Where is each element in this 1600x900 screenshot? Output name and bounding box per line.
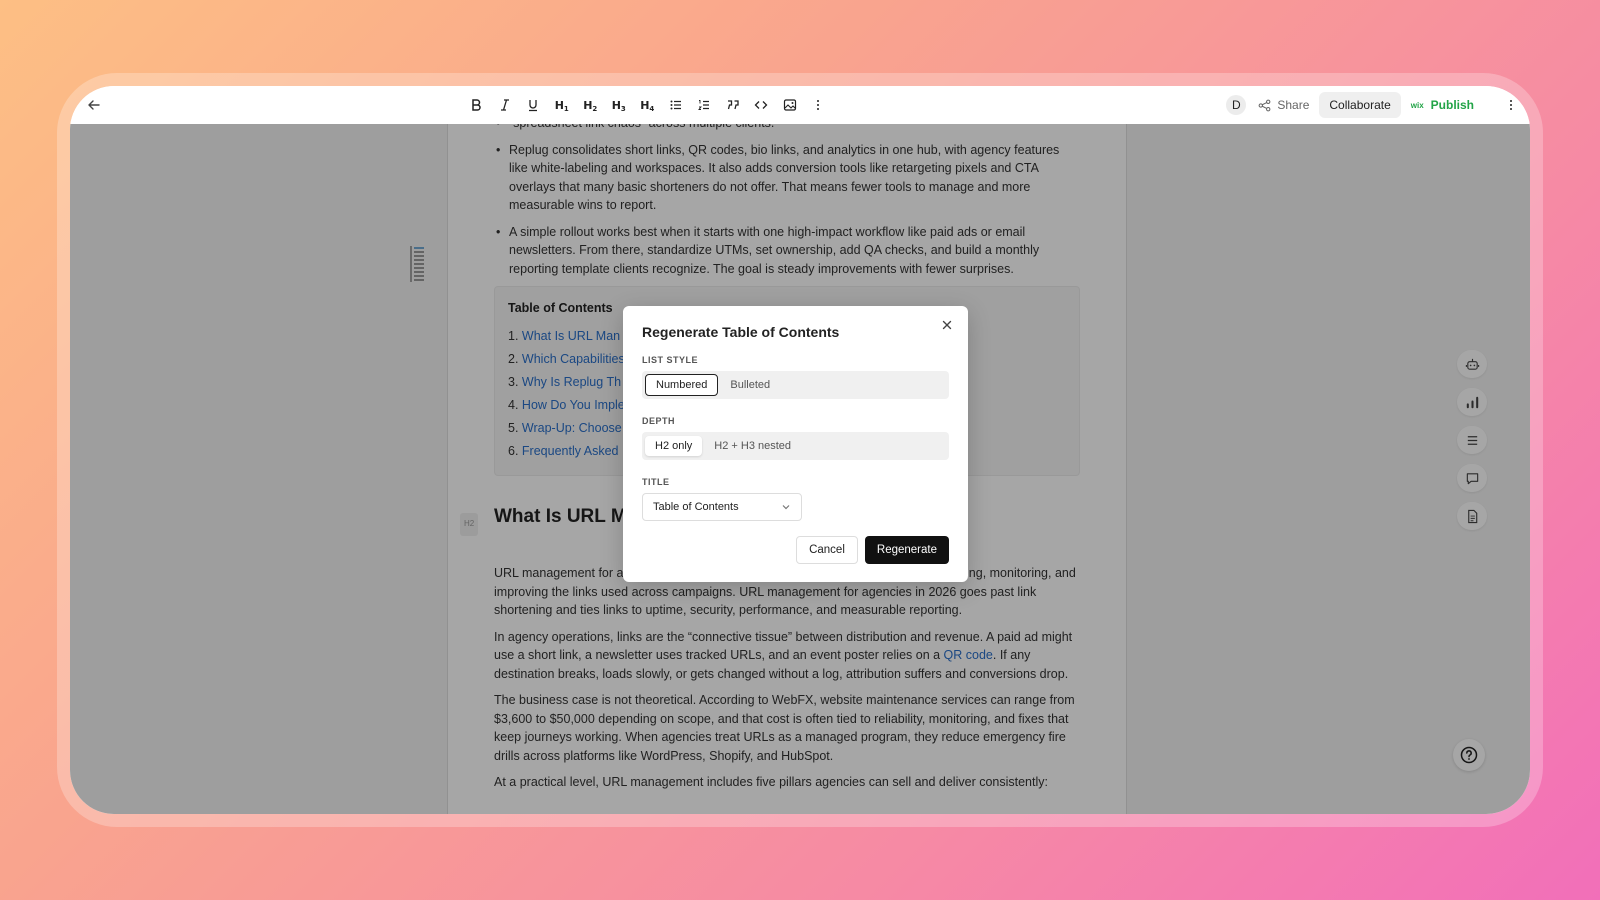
arrow-left-icon[interactable]: [84, 95, 104, 115]
dialog-title: Regenerate Table of Contents: [642, 324, 840, 340]
format-toolbar: H1 H2 H3 H4: [462, 95, 833, 115]
title-label: TITLE: [642, 477, 670, 487]
bold-icon[interactable]: [462, 95, 491, 115]
image-icon[interactable]: [776, 95, 805, 115]
share-button[interactable]: Share: [1258, 98, 1309, 112]
share-icon: [1258, 99, 1271, 111]
publish-button[interactable]: wix Publish: [1411, 98, 1474, 112]
editor-toolbar: H1 H2 H3 H4 D Share Collaborate wix Publ…: [70, 86, 1530, 124]
editor-window: H1 H2 H3 H4 D Share Collaborate wix Publ…: [70, 86, 1530, 814]
depth-toggle: H2 only H2 + H3 nested: [642, 432, 949, 460]
option-bulleted[interactable]: Bulleted: [720, 375, 780, 395]
regenerate-button[interactable]: Regenerate: [864, 536, 949, 564]
numbered-list-icon[interactable]: [690, 95, 719, 115]
bullet-list-icon[interactable]: [662, 95, 691, 115]
chevron-down-icon: [782, 505, 790, 510]
share-label: Share: [1277, 98, 1310, 112]
code-icon[interactable]: [747, 95, 776, 115]
regenerate-toc-dialog: Regenerate Table of Contents LIST STYLE …: [623, 306, 968, 582]
title-select[interactable]: Table of Contents: [642, 493, 802, 521]
list-style-label: LIST STYLE: [642, 355, 699, 365]
h1-icon[interactable]: H1: [548, 95, 577, 115]
avatar[interactable]: D: [1226, 95, 1247, 115]
close-icon[interactable]: [940, 318, 954, 332]
more-vertical-icon[interactable]: [804, 95, 833, 115]
option-h2-only[interactable]: H2 only: [645, 436, 703, 456]
h4-icon[interactable]: H4: [633, 95, 662, 115]
wix-logo: wix: [1410, 100, 1424, 110]
depth-label: DEPTH: [642, 416, 676, 426]
title-select-value: Table of Contents: [653, 501, 739, 513]
italic-icon[interactable]: [491, 95, 520, 115]
publish-label: Publish: [1430, 98, 1474, 112]
dialog-actions: Cancel Regenerate: [796, 536, 949, 564]
collaborate-button[interactable]: Collaborate: [1319, 92, 1401, 118]
h2-icon[interactable]: H2: [576, 95, 605, 115]
toolbar-right: D Share Collaborate wix Publish: [1226, 90, 1518, 120]
more-options-icon[interactable]: [1504, 95, 1518, 115]
underline-icon[interactable]: [519, 95, 548, 115]
option-h2-h3-nested[interactable]: H2 + H3 nested: [704, 436, 801, 456]
h3-icon[interactable]: H3: [605, 95, 634, 115]
list-style-toggle: Numbered Bulleted: [642, 371, 949, 399]
quote-icon[interactable]: [719, 95, 748, 115]
cancel-button[interactable]: Cancel: [796, 536, 858, 564]
option-numbered[interactable]: Numbered: [645, 374, 719, 396]
